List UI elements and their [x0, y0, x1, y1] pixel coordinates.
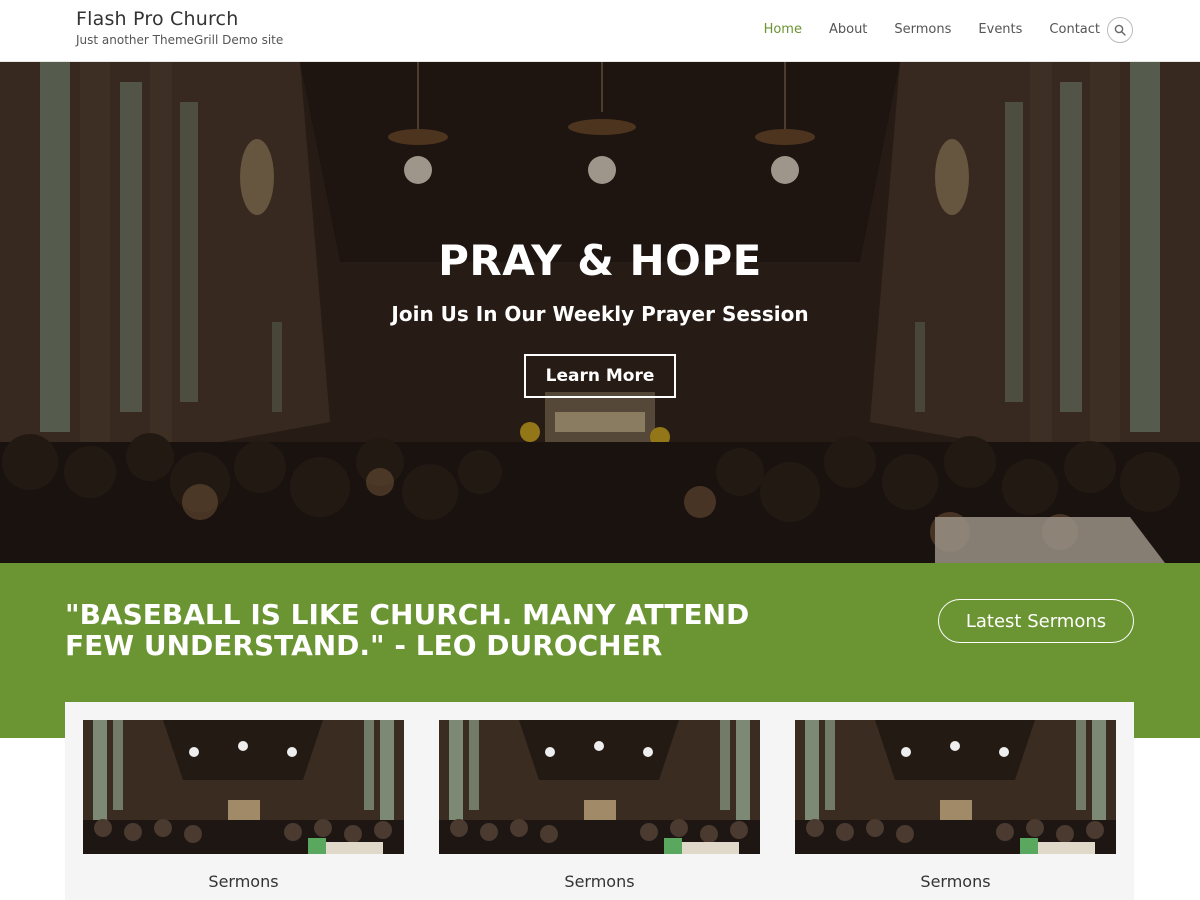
hero-title: PRAY & HOPE [438, 236, 762, 285]
site-tagline: Just another ThemeGrill Demo site [76, 33, 284, 47]
hero-subtitle: Join Us In Our Weekly Prayer Session [391, 302, 809, 326]
card-label[interactable]: Sermons [439, 872, 760, 891]
learn-more-button[interactable]: Learn More [524, 354, 676, 398]
nav-item-contact[interactable]: Contact [1049, 21, 1100, 41]
sermon-card[interactable]: Sermons [439, 720, 760, 891]
nav-item-about[interactable]: About [829, 21, 867, 41]
nav-item-home[interactable]: Home [764, 21, 802, 41]
card-label[interactable]: Sermons [795, 872, 1116, 891]
site-title[interactable]: Flash Pro Church [76, 8, 238, 30]
latest-sermons-button[interactable]: Latest Sermons [938, 599, 1134, 643]
card-label[interactable]: Sermons [83, 872, 404, 891]
sermon-card[interactable]: Sermons [83, 720, 404, 891]
church-thumbnail-image[interactable] [795, 720, 1116, 854]
search-icon [1114, 24, 1126, 36]
sermon-cards: Sermons Sermons Sermons [65, 702, 1134, 900]
main-nav: Home About Sermons Events Contact [737, 21, 1100, 41]
quote-text: "BASEBALL IS LIKE CHURCH. MANY ATTEND FE… [65, 598, 750, 662]
sermon-card[interactable]: Sermons [795, 720, 1116, 891]
hero-banner: PRAY & HOPE Join Us In Our Weekly Prayer… [0, 62, 1200, 563]
church-thumbnail-image[interactable] [439, 720, 760, 854]
nav-item-sermons[interactable]: Sermons [894, 21, 951, 41]
nav-item-events[interactable]: Events [978, 21, 1022, 41]
search-button[interactable] [1107, 17, 1133, 43]
church-thumbnail-image[interactable] [83, 720, 404, 854]
site-header: Flash Pro Church Just another ThemeGrill… [0, 0, 1200, 62]
